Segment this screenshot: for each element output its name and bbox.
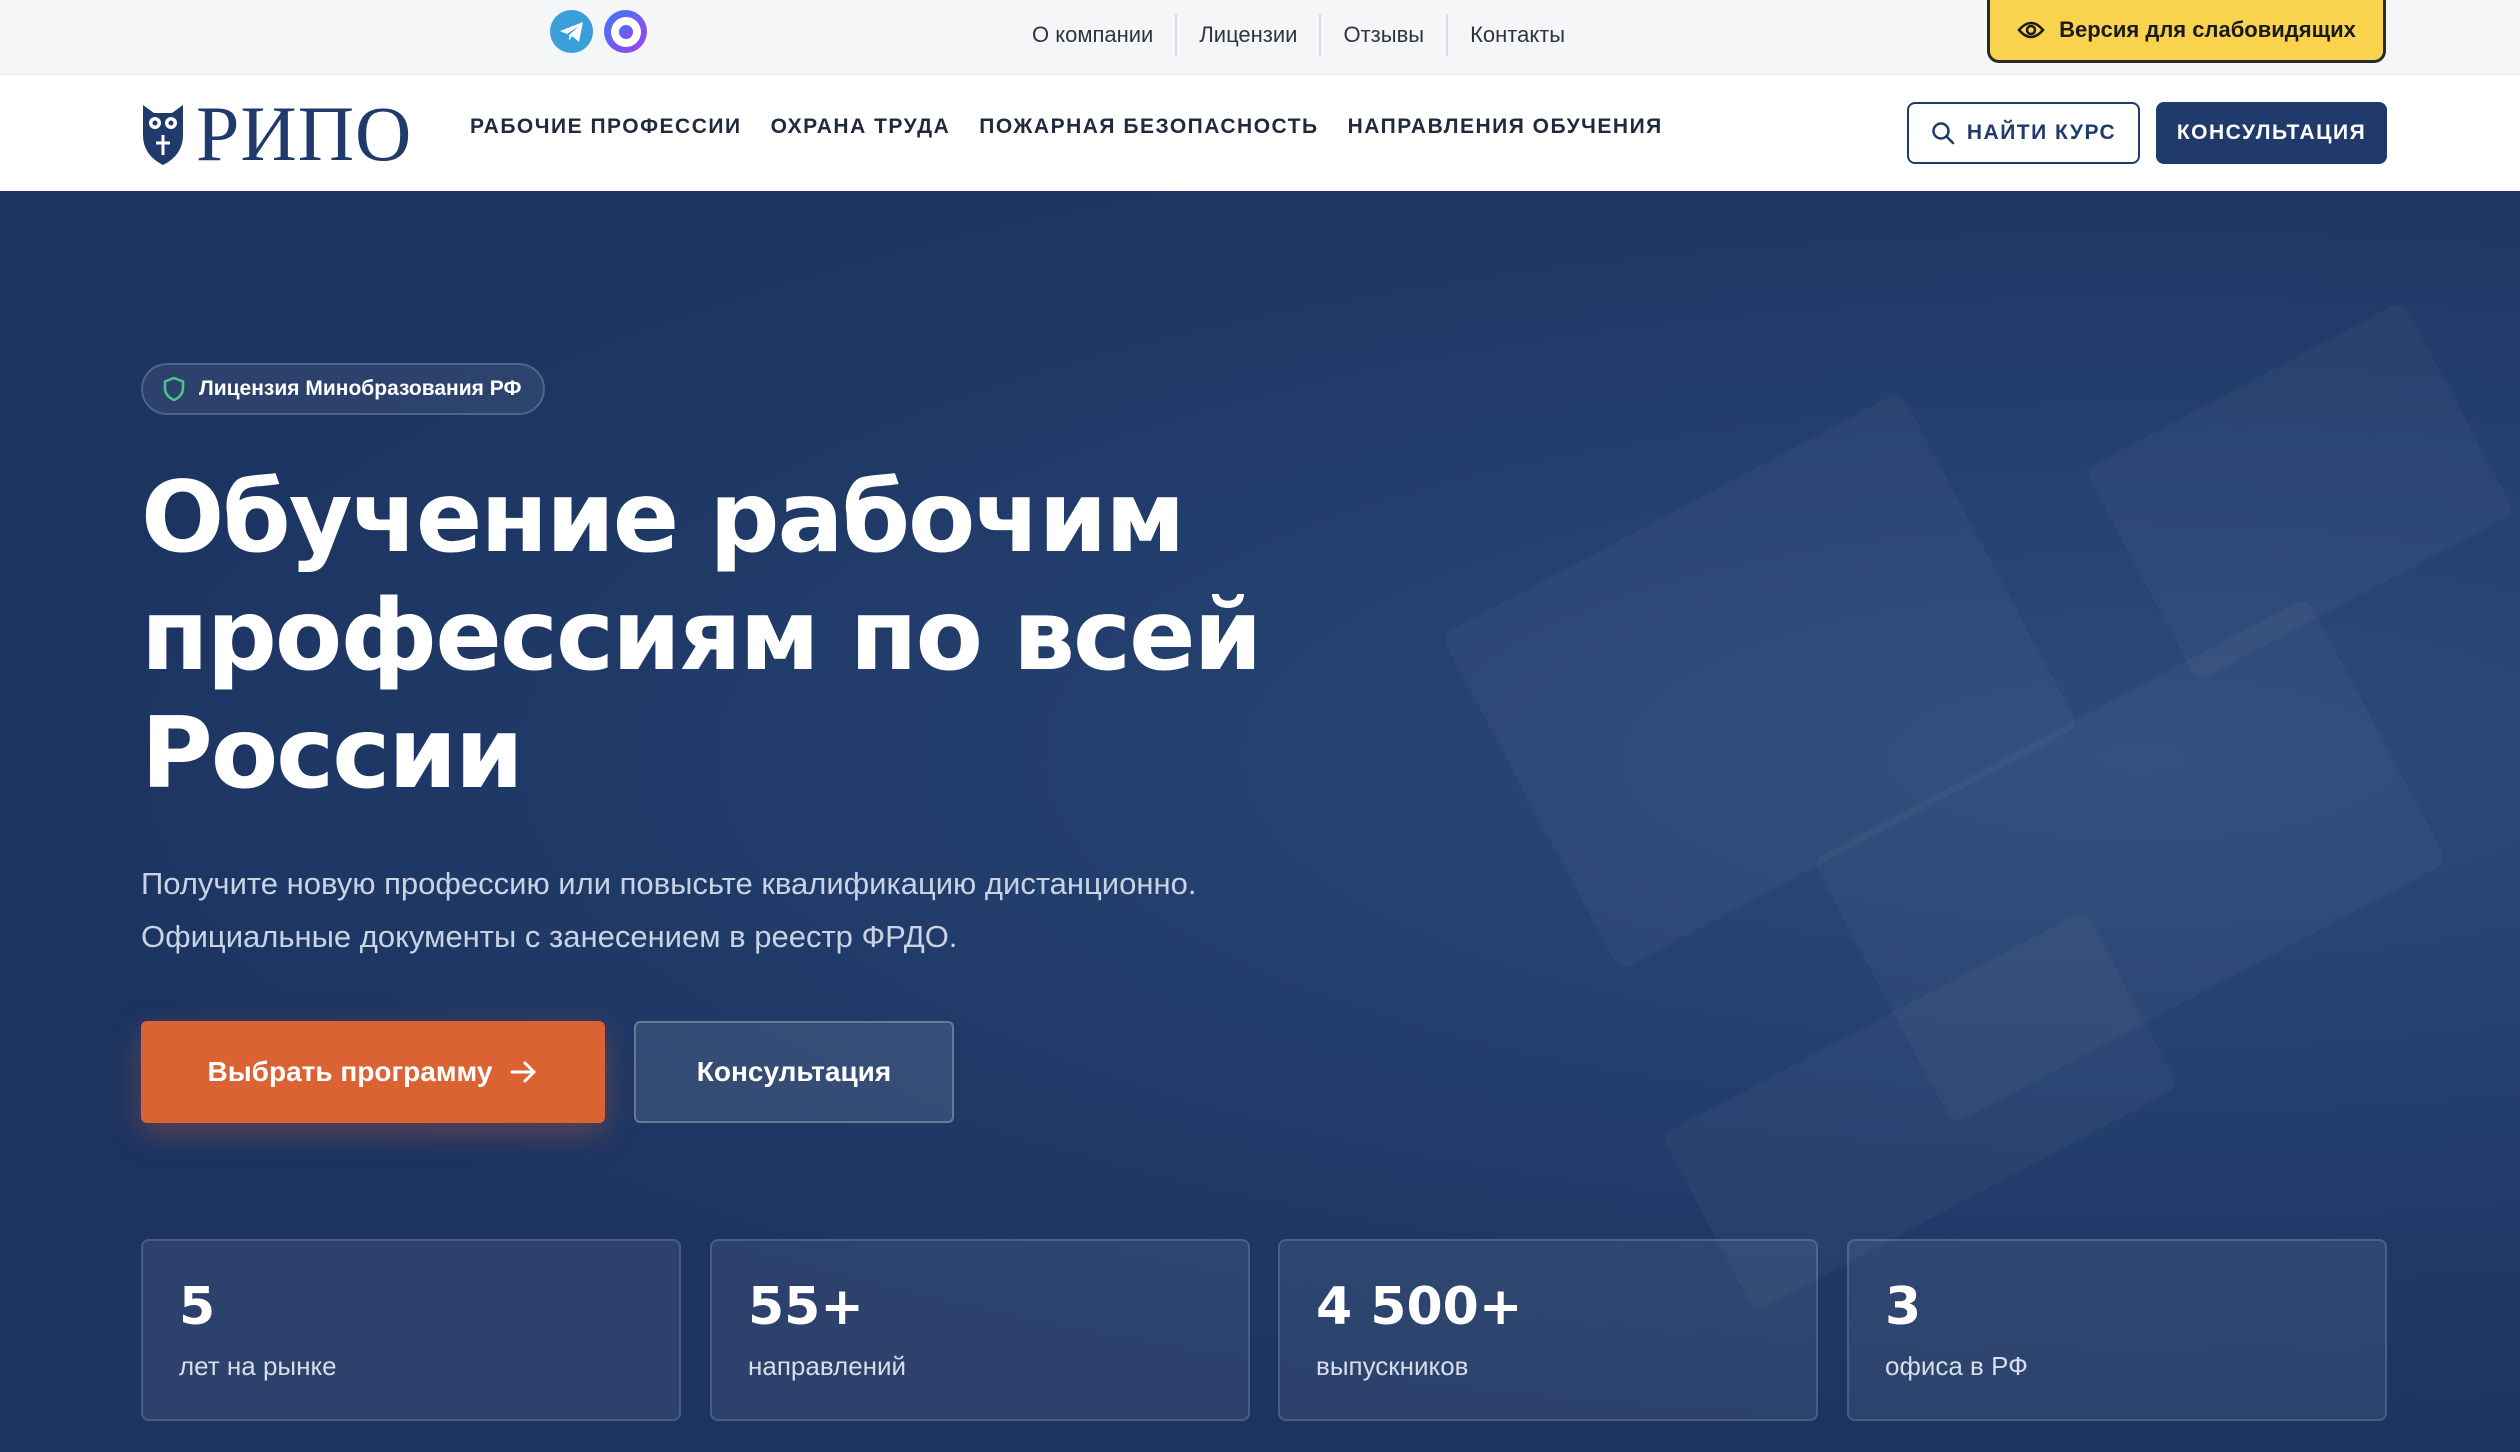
site-logo[interactable]: РИПО: [140, 95, 412, 173]
hero-title-line: России: [141, 697, 524, 811]
hero-title: Обучение рабочим профессиям по всей Росс…: [141, 459, 1341, 813]
stat-value: 5: [179, 1277, 216, 1337]
license-badge-label: Лицензия Минобразования РФ: [199, 377, 522, 400]
nav-item-labor-safety[interactable]: ОХРАНА ТРУДА: [771, 115, 951, 139]
stat-card-years: 5 лет на рынке: [141, 1239, 681, 1421]
main-navbar: РИПО РАБОЧИЕ ПРОФЕССИИ ОХРАНА ТРУДА ПОЖА…: [0, 75, 2520, 191]
top-link-licenses[interactable]: Лицензии: [1177, 14, 1322, 56]
license-badge: Лицензия Минобразования РФ: [141, 363, 546, 415]
find-course-button[interactable]: НАЙТИ КУРС: [1907, 102, 2140, 164]
stat-label: направлений: [748, 1351, 907, 1381]
owl-shield-logo-icon: [143, 105, 183, 165]
top-link-contacts[interactable]: Контакты: [1448, 14, 1587, 56]
top-link-reviews[interactable]: Отзывы: [1321, 14, 1449, 56]
nav-consultation-button[interactable]: КОНСУЛЬТАЦИЯ: [2156, 102, 2387, 164]
hero-title-line: Обучение рабочим: [141, 461, 1185, 575]
choose-program-label: Выбрать программу: [207, 1056, 493, 1087]
nav-item-working-professions[interactable]: РАБОЧИЕ ПРОФЕССИИ: [470, 115, 742, 139]
nav-item-fire-safety[interactable]: ПОЖАРНАЯ БЕЗОПАСНОСТЬ: [979, 115, 1318, 139]
stat-label: лет на рынке: [179, 1351, 337, 1381]
telegram-icon[interactable]: [550, 10, 593, 53]
hero-background-shape: [2085, 301, 2516, 682]
hero-section: Лицензия Минобразования РФ Обучение рабо…: [0, 191, 2520, 1452]
shield-icon: [163, 376, 185, 402]
hero-subtitle-line: Официальные документы с занесением в рее…: [141, 919, 958, 954]
top-links: О компании Лицензии Отзывы Контакты: [1010, 14, 1587, 56]
stat-label: выпускников: [1316, 1351, 1469, 1381]
max-messenger-icon[interactable]: [604, 10, 647, 53]
eye-icon: [2017, 21, 2045, 39]
top-link-about[interactable]: О компании: [1010, 14, 1178, 56]
hero-subtitle-line: Получите новую профессию или повысьте кв…: [141, 866, 1197, 901]
logo-text: РИПО: [196, 90, 413, 177]
nav-item-training-directions[interactable]: НАПРАВЛЕНИЯ ОБУЧЕНИЯ: [1348, 115, 1663, 139]
find-course-label: НАЙТИ КУРС: [1966, 121, 2117, 144]
stat-card-offices: 3 офиса в РФ: [1847, 1239, 2387, 1421]
stat-value: 3: [1885, 1277, 1922, 1337]
arrow-right-icon: [510, 1061, 536, 1083]
hero-subtitle: Получите новую профессию или повысьте кв…: [141, 857, 1441, 963]
stat-value: 55+: [748, 1277, 864, 1337]
stat-card-directions: 55+ направлений: [710, 1239, 1250, 1421]
stat-value: 4 500+: [1316, 1277, 1523, 1337]
stat-label: офиса в РФ: [1885, 1351, 2028, 1381]
search-icon: [1932, 122, 1955, 145]
choose-program-button[interactable]: Выбрать программу: [141, 1021, 605, 1123]
stat-card-graduates: 4 500+ выпускников: [1278, 1239, 1818, 1421]
accessibility-version-button[interactable]: Версия для слабовидящих: [1987, 0, 2386, 63]
hero-consultation-button[interactable]: Консультация: [634, 1021, 954, 1123]
top-utility-bar: О компании Лицензии Отзывы Контакты Верс…: [0, 0, 2520, 75]
accessibility-version-label: Версия для слабовидящих: [2059, 17, 2356, 42]
main-nav-menu: РАБОЧИЕ ПРОФЕССИИ ОХРАНА ТРУДА ПОЖАРНАЯ …: [470, 115, 1663, 139]
hero-title-line: профессиям по всей: [141, 579, 1262, 693]
